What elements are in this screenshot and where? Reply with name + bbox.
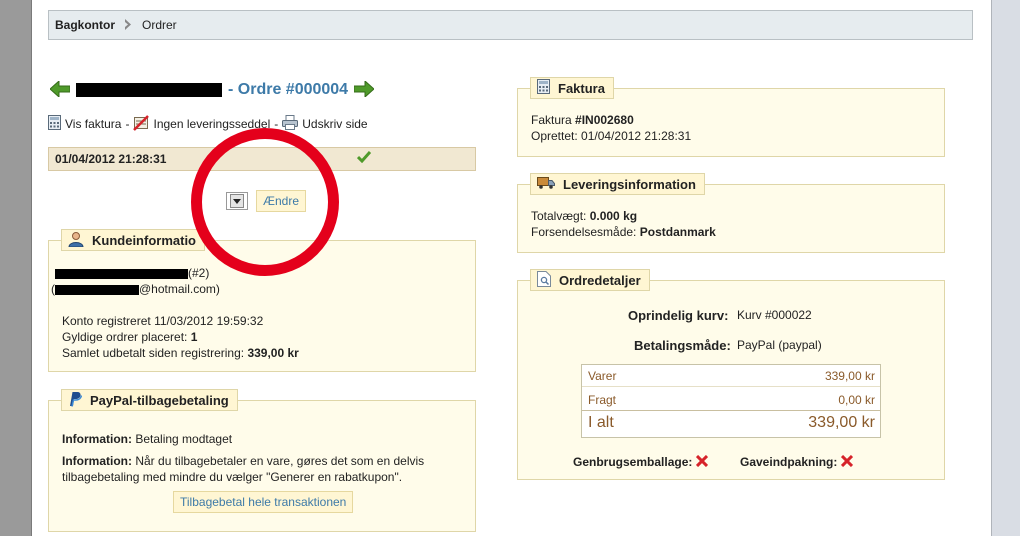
x-icon: [695, 453, 708, 469]
invoice-created-label: Oprettet:: [531, 129, 578, 143]
print-page-link[interactable]: Udskriv side: [302, 117, 367, 131]
invoice-number-value[interactable]: #IN002680: [575, 113, 634, 127]
total-value: 339,00 kr: [808, 414, 875, 431]
customer-info-title: Kundeinformatio: [92, 232, 196, 248]
gift-wrapping-line: Gaveindpakning:: [740, 453, 853, 469]
scrollbar-area[interactable]: [991, 0, 1020, 536]
truck-icon: [537, 176, 555, 192]
shipping-method-label: Forsendelsesmåde:: [531, 225, 637, 239]
paypal-icon: [68, 391, 83, 410]
arrow-left-icon[interactable]: [49, 79, 71, 100]
view-invoice-link[interactable]: Vis faktura: [65, 117, 121, 131]
registered-label: Konto registreret: [62, 314, 151, 328]
order-details-panel: Ordredetaljer Oprindelig kurv: Kurv #000…: [517, 269, 945, 480]
shipping-legend: Leveringsinformation: [530, 173, 705, 195]
paypal-info-2-cont: tilbagebetaling med mindre du vælger "Ge…: [62, 470, 403, 484]
items-label: Varer: [588, 369, 617, 383]
customer-name-line: (#2): [55, 266, 209, 280]
invoice-legend: Faktura: [530, 77, 614, 99]
invoice-title: Faktura: [558, 80, 605, 96]
x-icon: [840, 453, 853, 469]
checkmark-icon: [356, 151, 372, 166]
recycled-packaging-line: Genbrugsemballage:: [573, 453, 708, 469]
annotation-circle: [191, 128, 339, 276]
info-text: Betaling modtaget: [135, 432, 233, 446]
delivery-slip-crossed-icon: [133, 114, 150, 134]
shipping-method-value: Postdanmark: [639, 225, 716, 239]
info-text: Når du tilbagebetaler en vare, gøres det…: [135, 454, 425, 468]
arrow-right-icon[interactable]: [353, 79, 375, 100]
payment-value: PayPal (paypal): [737, 338, 822, 352]
refund-transaction-button[interactable]: Tilbagebetal hele transaktionen: [173, 491, 354, 513]
valid-orders-value: 1: [190, 330, 198, 344]
calculator-icon: [48, 115, 61, 133]
invoice-number-line: Faktura #IN002680: [531, 113, 634, 127]
shipping-cost-value: 0,00 kr: [838, 393, 875, 407]
paypal-info-2: Information: Når du tilbagebetaler en va…: [62, 454, 424, 468]
invoice-created-line: Oprettet: 01/04/2012 21:28:31: [531, 129, 691, 143]
customer-id: (#2): [188, 266, 210, 280]
paypal-refund-title: PayPal-tilbagebetaling: [90, 392, 229, 408]
paypal-refund-legend: PayPal-tilbagebetaling: [61, 389, 238, 411]
order-title: - Ordre #000004: [228, 81, 349, 98]
totals-row-items: Varer 339,00 kr: [582, 369, 880, 387]
customer-email-domain: @hotmail.com): [139, 282, 220, 296]
shipping-cost-label: Fragt: [588, 393, 617, 407]
user-icon: [68, 231, 84, 250]
redacted-email: [55, 284, 139, 295]
customer-info-legend: Kundeinformatio: [61, 229, 205, 251]
links-separator: -: [125, 117, 130, 131]
invoice-created-value: 01/04/2012 21:28:31: [581, 129, 692, 143]
breadcrumb-current: Ordrer: [142, 18, 177, 32]
order-actions: Vis faktura - Ingen leveringsseddel - Ud…: [48, 114, 368, 134]
weight-line: Totalvægt: 0.000 kg: [531, 209, 637, 223]
shipping-title: Leveringsinformation: [563, 176, 696, 192]
total-paid-label: Samlet udbetalt siden registrering:: [62, 346, 245, 360]
document-search-icon: [537, 270, 551, 290]
total-paid-value: 339,00 kr: [247, 346, 299, 360]
order-details-legend: Ordredetaljer: [530, 269, 650, 291]
paypal-info-1: Information: Betaling modtaget: [62, 432, 232, 446]
gift-label: Gaveindpakning:: [740, 455, 838, 469]
history-date: 01/04/2012 21:28:31: [55, 152, 167, 166]
page-content: Bagkontor Ordrer - Ordre #000004 Vis fak…: [31, 0, 992, 536]
invoice-panel: Faktura Faktura #IN002680 Oprettet: 01/0…: [517, 77, 945, 157]
payment-label: Betalingsmåde:: [634, 338, 731, 353]
info-label: Information:: [62, 432, 132, 446]
totals-table: Varer 339,00 kr Fragt 0,00 kr I alt 339,…: [581, 364, 881, 438]
shipping-method-line: Forsendelsesmåde: Postdanmark: [531, 225, 716, 239]
breadcrumb-chevron-icon: [124, 18, 132, 33]
redacted-customer-name: [55, 268, 188, 279]
invoice-number-label: Faktura: [531, 113, 572, 127]
order-details-title: Ordredetaljer: [559, 272, 641, 288]
shipping-panel: Leveringsinformation Totalvægt: 0.000 kg…: [517, 173, 945, 253]
calculator-icon: [537, 79, 550, 97]
redacted-customer-name: [76, 83, 222, 97]
order-header: - Ordre #000004: [49, 78, 375, 102]
breadcrumb-root[interactable]: Bagkontor: [55, 18, 115, 32]
totals-row-shipping: Fragt 0,00 kr: [582, 393, 880, 411]
cart-label: Oprindelig kurv:: [628, 308, 729, 323]
items-value: 339,00 kr: [824, 369, 875, 383]
registered-line: Konto registreret 11/03/2012 19:59:32: [62, 314, 263, 328]
customer-email-line[interactable]: (@hotmail.com): [51, 282, 220, 296]
paypal-refund-panel: PayPal-tilbagebetaling Information: Beta…: [48, 389, 476, 532]
total-label: I alt: [588, 414, 614, 431]
breadcrumb: Bagkontor Ordrer: [48, 10, 973, 40]
valid-orders-label: Gyldige ordrer placeret:: [62, 330, 188, 344]
weight-value: 0.000 kg: [589, 209, 638, 223]
totals-row-total: I alt 339,00 kr: [582, 414, 880, 436]
cart-value[interactable]: Kurv #000022: [737, 308, 812, 322]
registered-value: 11/03/2012 19:59:32: [154, 314, 264, 328]
valid-orders-line: Gyldige ordrer placeret: 1: [62, 330, 197, 344]
recycled-label: Genbrugsemballage:: [573, 455, 693, 469]
info-label: Information:: [62, 454, 132, 468]
weight-label: Totalvægt:: [531, 209, 587, 223]
total-paid-line: Samlet udbetalt siden registrering: 339,…: [62, 346, 299, 360]
